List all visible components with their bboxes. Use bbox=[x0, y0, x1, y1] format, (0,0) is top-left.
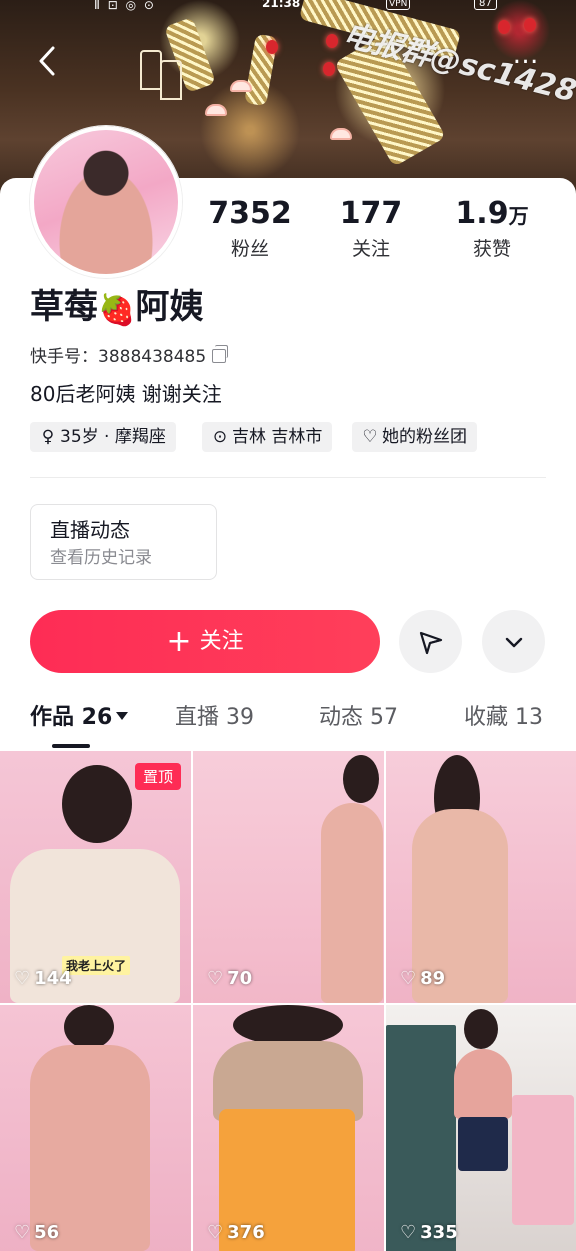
copy-icon[interactable] bbox=[212, 345, 229, 363]
follow-button[interactable]: + 关注 bbox=[30, 610, 380, 673]
kuaishou-id: 快手号：3888438485 bbox=[30, 342, 229, 367]
stat-likes-label: 获赞 bbox=[472, 238, 511, 260]
stat-likes-value: 1.9 bbox=[455, 196, 509, 231]
battery-icon: 87 bbox=[474, 0, 497, 10]
stat-followers-value: 7352 bbox=[208, 196, 292, 231]
stat-following[interactable]: 177 关注 bbox=[311, 196, 431, 264]
stat-followers-label: 粉丝 bbox=[230, 238, 269, 260]
fan-group-icon: ♡ bbox=[362, 427, 378, 447]
tab-moments[interactable]: 动态 57 bbox=[319, 700, 398, 736]
heart-icon: ♡ bbox=[400, 1222, 417, 1243]
share-button[interactable] bbox=[399, 610, 462, 673]
stat-likes-unit: 万 bbox=[508, 204, 529, 228]
strawberry-icon: 🍓 bbox=[98, 293, 136, 328]
tab-live[interactable]: 直播 39 bbox=[175, 700, 254, 736]
status-time: 21:38 bbox=[262, 0, 301, 10]
chevron-down-icon bbox=[505, 637, 522, 648]
kuaishou-id-text: 快手号：3888438485 bbox=[30, 347, 207, 367]
stat-likes[interactable]: 1.9万 获赞 bbox=[432, 196, 552, 264]
video-thumbnail[interactable]: ♡ 89 bbox=[386, 751, 576, 1003]
like-count: ♡ 89 bbox=[400, 968, 446, 989]
profile-stats: 7352 粉丝 177 关注 1.9万 获赞 bbox=[190, 196, 576, 266]
stat-following-label: 关注 bbox=[351, 238, 390, 260]
profile-tabs: 作品 26 直播 39 动态 57 收藏 13 bbox=[0, 700, 576, 746]
signal-icons: Ⅱ ⊡ ◎ ⊙ bbox=[94, 0, 156, 12]
like-count: ♡ 56 bbox=[14, 1222, 60, 1243]
live-activity-title: 直播动态 bbox=[50, 518, 130, 542]
video-thumbnail[interactable]: ♡ 376 bbox=[193, 1005, 384, 1251]
more-options-icon[interactable]: … bbox=[506, 42, 546, 74]
tag-age-text: 35岁 · 摩羯座 bbox=[60, 427, 166, 447]
heart-icon: ♡ bbox=[14, 1222, 31, 1243]
profile-name-suffix: 阿姨 bbox=[135, 287, 204, 327]
like-count: ♡ 335 bbox=[400, 1222, 458, 1243]
divider bbox=[30, 477, 546, 478]
tab-works-label: 作品 26 bbox=[30, 705, 113, 730]
send-icon bbox=[419, 631, 442, 655]
profile-name-text: 草莓 bbox=[30, 287, 98, 327]
follow-button-label: 关注 bbox=[199, 629, 244, 654]
video-thumbnail[interactable]: ♡ 335 bbox=[386, 1005, 576, 1251]
tag-location-text: 吉林 吉林市 bbox=[232, 427, 323, 447]
live-activity-card[interactable]: 直播动态 查看历史记录 bbox=[30, 504, 217, 580]
tag-age: ♀ 35岁 · 摩羯座 bbox=[30, 422, 176, 452]
gender-icon: ♀ bbox=[41, 427, 55, 447]
like-count: ♡ 70 bbox=[207, 968, 253, 989]
vpn-icon: VPN bbox=[386, 0, 411, 10]
expand-button[interactable] bbox=[482, 610, 545, 673]
location-icon: ⊙ bbox=[212, 427, 228, 447]
tab-works[interactable]: 作品 26 bbox=[30, 700, 129, 736]
video-caption: 我老上火了 bbox=[62, 956, 131, 975]
like-count: ♡ 376 bbox=[207, 1222, 265, 1243]
active-tab-indicator bbox=[52, 744, 90, 748]
tag-fan-group-text: 她的粉丝团 bbox=[382, 427, 467, 447]
plus-icon: + bbox=[166, 624, 192, 659]
heart-icon: ♡ bbox=[400, 968, 417, 989]
live-activity-subtitle: 查看历史记录 bbox=[50, 548, 152, 568]
stat-followers[interactable]: 7352 粉丝 bbox=[190, 196, 310, 264]
tag-fan-group[interactable]: ♡ 她的粉丝团 bbox=[352, 422, 477, 452]
tab-favorites[interactable]: 收藏 13 bbox=[464, 700, 543, 736]
heart-icon: ♡ bbox=[207, 1222, 224, 1243]
video-grid: 置顶 我老上火了 ♡ 144 ♡ 70 ♡ 89 ♡ 56 ♡ 376 ♡ 33… bbox=[0, 751, 576, 1251]
profile-bio: 80后老阿姨 谢谢关注 bbox=[30, 382, 222, 406]
stat-following-value: 177 bbox=[339, 196, 403, 231]
back-arrow-icon[interactable] bbox=[30, 42, 64, 82]
profile-page: Ⅱ ⊡ ◎ ⊙ 21:38 VPN 87 电报群@sc1428 … 7352 粉… bbox=[0, 0, 576, 1251]
video-thumbnail[interactable]: 置顶 我老上火了 ♡ 144 bbox=[0, 751, 191, 1003]
caret-down-icon bbox=[116, 712, 129, 720]
video-thumbnail[interactable]: ♡ 70 bbox=[193, 751, 384, 1003]
video-thumbnail[interactable]: ♡ 56 bbox=[0, 1005, 191, 1251]
like-count: ♡ 144 bbox=[14, 968, 72, 989]
heart-icon: ♡ bbox=[207, 968, 224, 989]
avatar[interactable] bbox=[30, 126, 182, 278]
status-bar: Ⅱ ⊡ ◎ ⊙ 21:38 VPN 87 bbox=[0, 0, 576, 14]
profile-name: 草莓🍓阿姨 bbox=[30, 286, 203, 332]
pinned-badge: 置顶 bbox=[134, 763, 181, 790]
heart-icon: ♡ bbox=[14, 968, 31, 989]
tag-location: ⊙ 吉林 吉林市 bbox=[202, 422, 333, 452]
